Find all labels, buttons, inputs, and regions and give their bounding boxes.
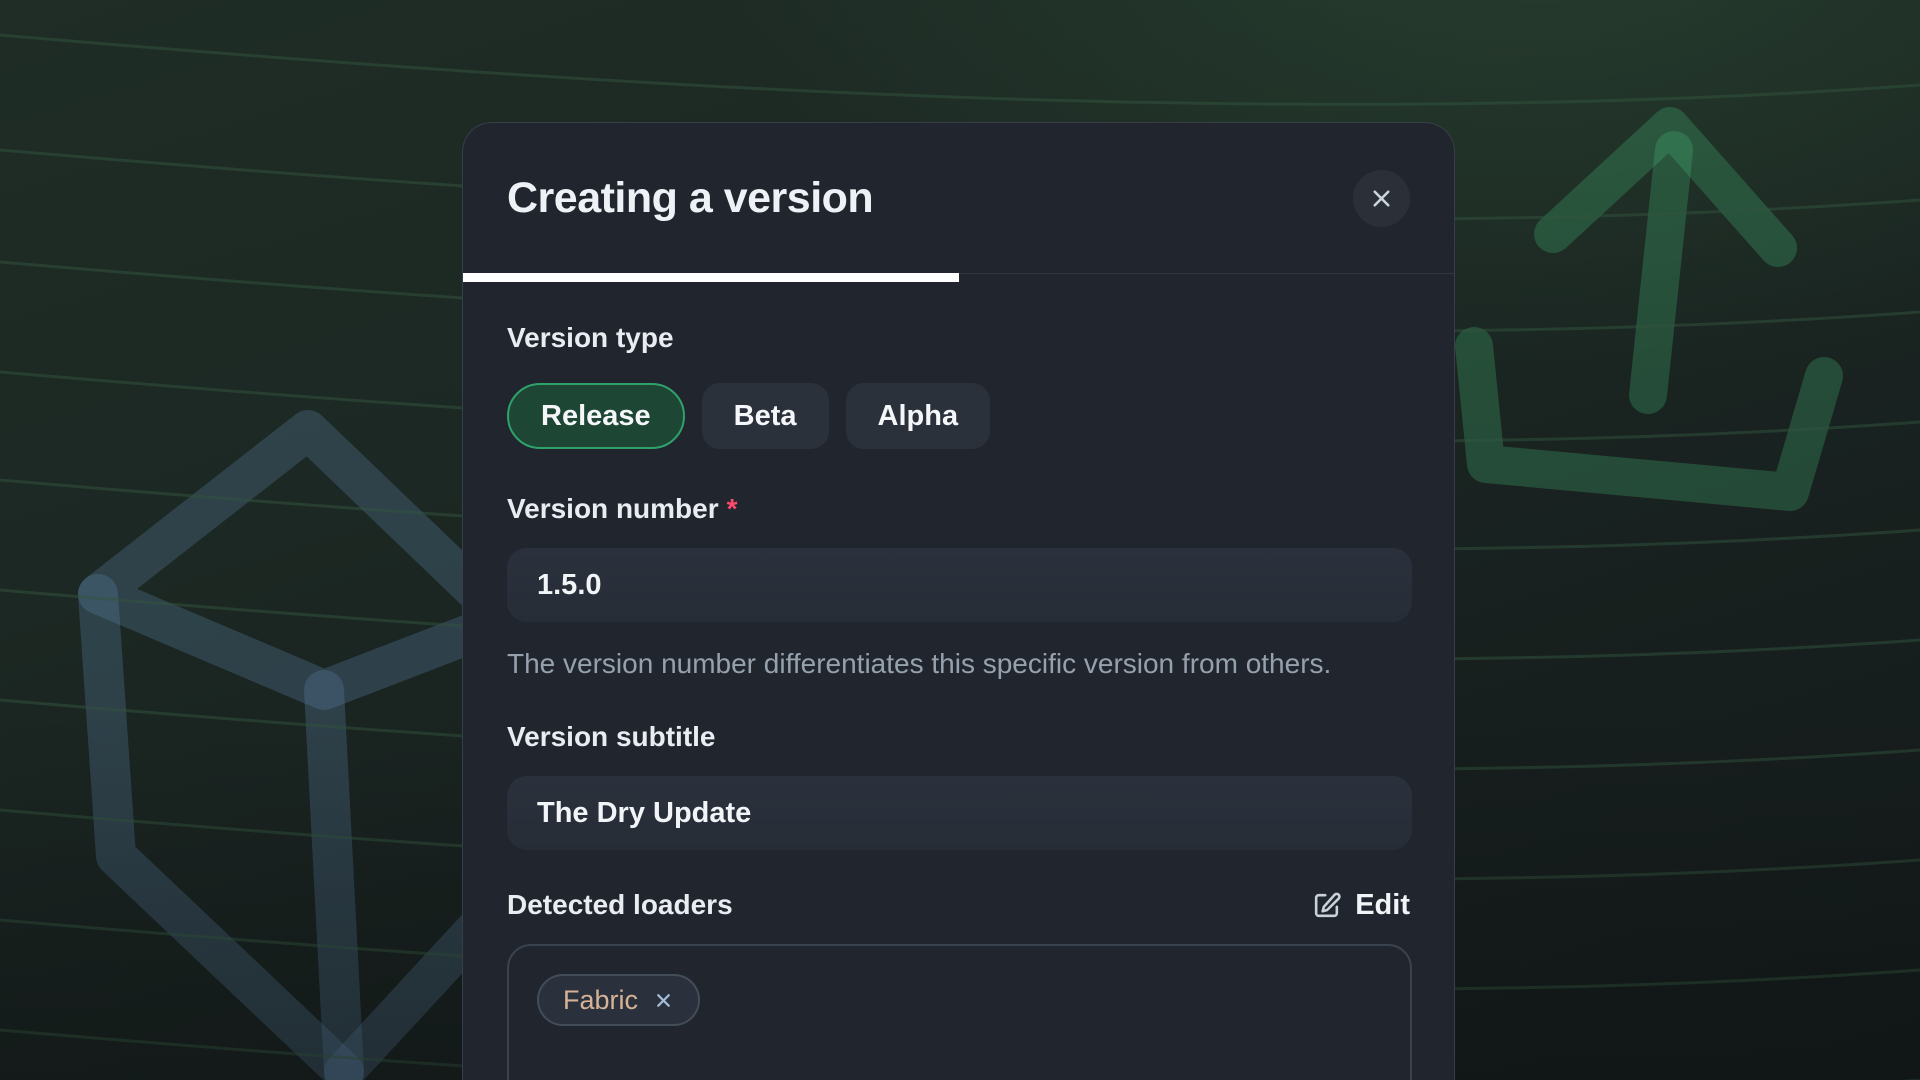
- detected-loaders-label: Detected loaders: [507, 888, 733, 922]
- close-button[interactable]: [1353, 170, 1410, 227]
- required-marker: *: [727, 493, 738, 524]
- detected-loaders-box: Fabric: [507, 944, 1412, 1080]
- dialog-title: Creating a version: [507, 174, 873, 223]
- create-version-dialog: Creating a version Version type Release …: [462, 122, 1455, 1080]
- square-pen-icon: [1311, 890, 1342, 921]
- version-number-label: Version number*: [507, 492, 1410, 526]
- loader-chip-label: Fabric: [563, 985, 638, 1016]
- progress-fill: [463, 273, 959, 282]
- version-subtitle-label: Version subtitle: [507, 720, 1410, 754]
- wizard-progress-bar: [463, 273, 1454, 282]
- edit-button-label: Edit: [1355, 889, 1410, 922]
- x-icon[interactable]: [653, 990, 674, 1011]
- version-subtitle-input[interactable]: The Dry Update: [507, 776, 1412, 850]
- dialog-header: Creating a version: [463, 123, 1454, 273]
- detected-loaders-row: Detected loaders Edit: [507, 888, 1410, 922]
- version-type-option-beta[interactable]: Beta: [702, 383, 829, 449]
- version-number-input[interactable]: 1.5.0: [507, 548, 1412, 622]
- edit-loaders-button[interactable]: Edit: [1311, 889, 1410, 922]
- version-type-option-alpha[interactable]: Alpha: [846, 383, 991, 449]
- x-icon: [1368, 185, 1395, 212]
- version-type-label: Version type: [507, 321, 1410, 355]
- version-type-option-release[interactable]: Release: [507, 383, 685, 449]
- dialog-body: Version type Release Beta Alpha Version …: [463, 321, 1454, 1080]
- loader-chip-fabric[interactable]: Fabric: [537, 974, 700, 1026]
- version-type-options: Release Beta Alpha: [507, 383, 1410, 449]
- version-number-help-text: The version number differentiates this s…: [507, 642, 1407, 686]
